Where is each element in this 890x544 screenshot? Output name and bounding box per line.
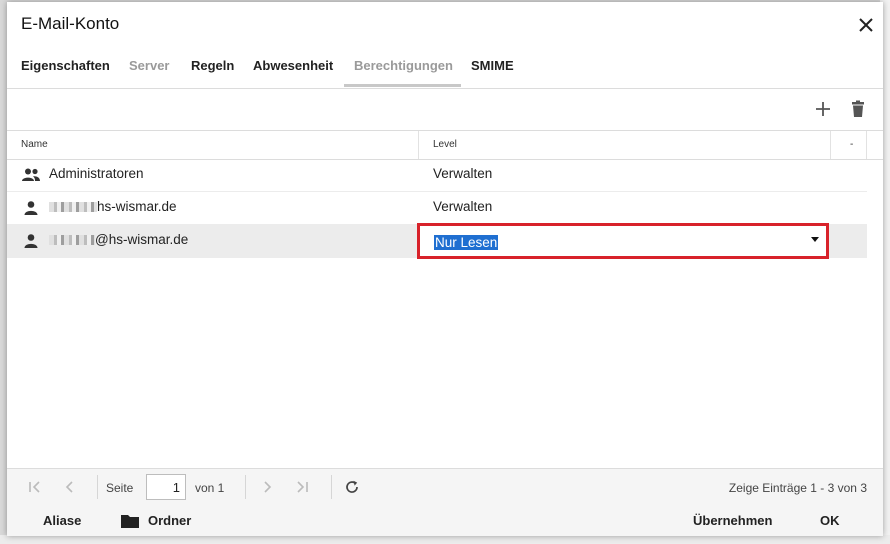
tab-server[interactable]: Server [129, 58, 169, 73]
paging-info: Zeige Einträge 1 - 3 von 3 [728, 481, 867, 495]
tab-eigenschaften[interactable]: Eigenschaften [21, 58, 110, 73]
row-name: Administratoren [49, 166, 144, 181]
column-header-menu[interactable]: - [850, 139, 853, 150]
table-row[interactable]: hs-wismar.de Verwalten [7, 191, 867, 225]
tab-berechtigungen[interactable]: Berechtigungen [354, 58, 453, 73]
level-dropdown[interactable]: Nur Lesen [417, 223, 829, 259]
page-number-input[interactable] [146, 474, 186, 500]
row-level: Verwalten [433, 166, 493, 181]
user-icon [24, 234, 38, 248]
tab-bar: Eigenschaften Server Regeln Abwesenheit … [7, 44, 883, 88]
group-icon [22, 168, 40, 181]
dialog-title: E-Mail-Konto [21, 14, 120, 33]
tab-abwesenheit[interactable]: Abwesenheit [253, 58, 333, 73]
refresh-icon[interactable] [344, 479, 360, 495]
close-icon[interactable] [857, 16, 875, 34]
row-name: hs-wismar.de [49, 199, 177, 214]
tab-regeln[interactable]: Regeln [191, 58, 234, 73]
trash-icon[interactable] [848, 99, 868, 119]
ok-button[interactable]: OK [820, 513, 840, 528]
page-count: von 1 [195, 481, 225, 495]
pagination-bar: Seite von 1 Zeige Einträge 1 - 3 von 3 [7, 468, 883, 506]
redacted-name [49, 235, 95, 246]
column-header-level[interactable]: Level [433, 139, 457, 150]
previous-page-icon[interactable] [62, 479, 78, 495]
folder-icon [121, 515, 139, 528]
ordner-label: Ordner [148, 513, 192, 528]
apply-button[interactable]: Übernehmen [693, 513, 772, 528]
redacted-name [49, 202, 97, 213]
grid-header: Name Level - [7, 130, 883, 160]
active-tab-indicator [344, 84, 461, 87]
plus-icon[interactable] [813, 99, 833, 119]
column-separator [866, 131, 867, 159]
pager-separator [331, 475, 332, 499]
dialog-footer: Aliase Ordner Übernehmen OK [7, 505, 883, 536]
column-separator [418, 131, 419, 159]
pager-separator [97, 475, 98, 499]
level-dropdown-value: Nur Lesen [434, 235, 499, 250]
pager-separator [245, 475, 246, 499]
aliase-button[interactable]: Aliase [43, 513, 81, 528]
background-window-edge-bottom [0, 535, 890, 544]
row-name: @hs-wismar.de [49, 232, 188, 247]
last-page-icon[interactable] [294, 479, 310, 495]
email-account-dialog: E-Mail-Konto Eigenschaften Server Regeln… [7, 2, 883, 536]
page-label: Seite [106, 481, 134, 495]
tab-smime[interactable]: SMIME [471, 58, 514, 73]
row-level: Verwalten [433, 199, 493, 214]
permissions-toolbar [7, 89, 883, 130]
column-header-name[interactable]: Name [21, 139, 48, 150]
next-page-icon[interactable] [259, 479, 275, 495]
first-page-icon[interactable] [27, 479, 43, 495]
ordner-button[interactable]: Ordner [121, 513, 191, 528]
user-icon [24, 201, 38, 215]
table-row[interactable]: Administratoren Verwalten [7, 158, 867, 192]
caret-down-icon[interactable] [811, 237, 819, 242]
column-separator [830, 131, 831, 159]
